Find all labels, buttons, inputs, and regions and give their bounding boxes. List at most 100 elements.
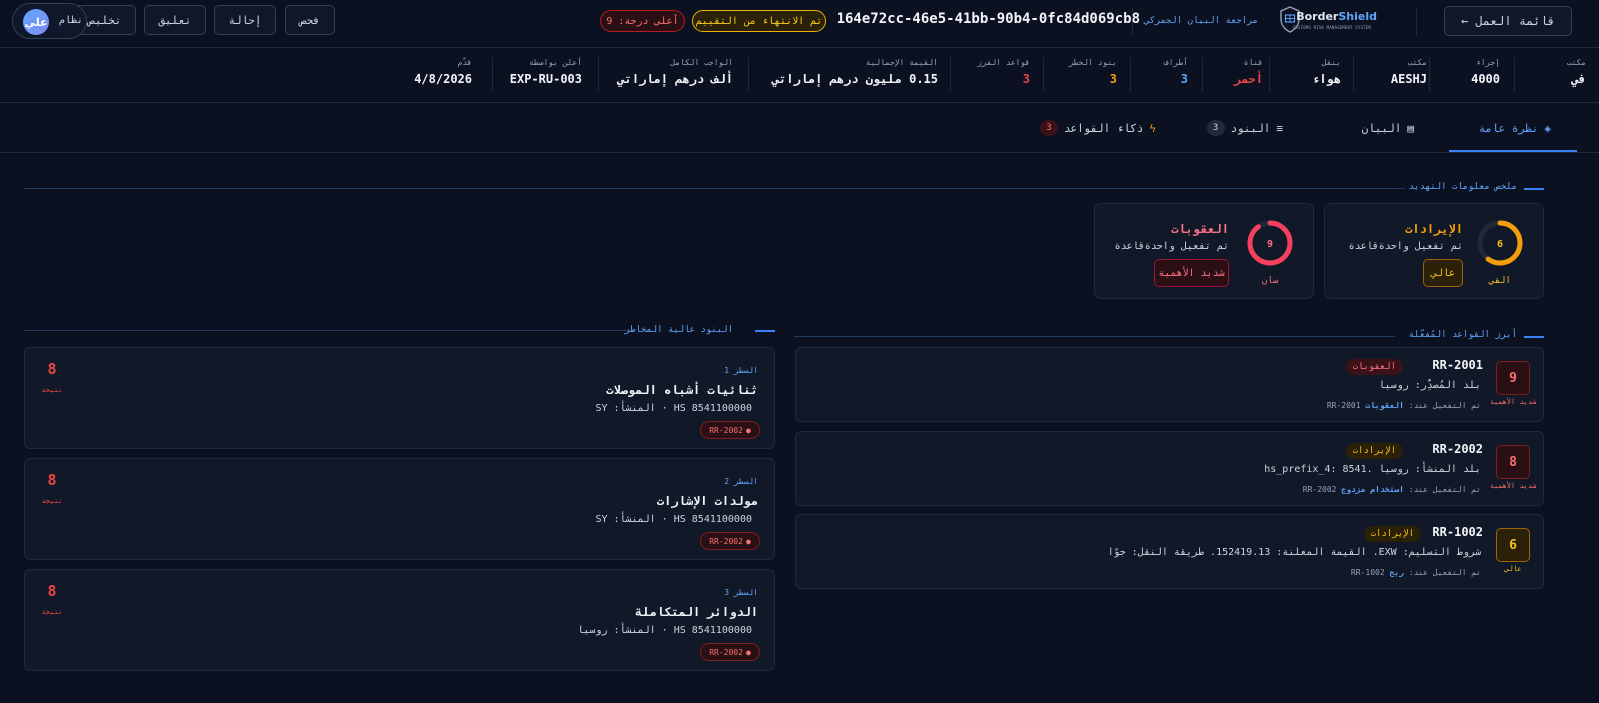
rule-description: بلد المنشأ: روسيا .hs_prefix_4: 8541 [1264,464,1481,475]
section-title: البنود عالية المخاطر [624,325,733,335]
line-score: 8 [47,360,57,378]
meta-office-code: مكتب AESHJ [1390,58,1427,86]
meta-divider [1043,57,1044,91]
tab-overview[interactable]: ◈ نظرة عامة [1479,118,1551,138]
rule-description: شروط التسليم: EXW. القيمة المعلنة: 15241… [1107,547,1481,558]
rule-card[interactable]: 9 شديد الأهمية RR-2001 العقوبات بلد المُ… [795,347,1544,422]
brand-logo[interactable]: BorderShield CUSTOMS RISK MANAGEMENT SYS… [1277,6,1377,36]
declaration-id: 164e72cc-46e5-41bb-90b4-0fc84d069cb8 [836,11,1140,27]
diamond-icon: ◈ [1544,121,1551,135]
rule-category-tag: الإيرادات [1345,443,1403,459]
tab-lines[interactable]: ≡ البنود 3 [1206,118,1283,138]
dot-icon: ● [745,425,751,435]
rule-chip[interactable]: RR-2002 ● [700,421,760,439]
meta-total-value: القيمة الإجمالية 0.15 مليون درهم إماراتي [771,58,938,86]
rule-card[interactable]: 6 عالي RR-1002 الإيرادات شروط التسليم: E… [795,514,1544,589]
meta-divider [1202,57,1203,91]
line-score: 8 [47,471,57,489]
meta-transport: بنقل هواء [1312,58,1341,86]
line-score-label: نتيجة [41,386,63,394]
severity-badge: عالي [1423,259,1463,287]
refer-button[interactable]: إحالة [214,5,276,35]
meta-divider [1269,57,1270,91]
line-score-label: نتيجة [41,497,63,505]
user-menu[interactable]: نظام علي [12,3,87,39]
rule-chip[interactable]: RR-2002 ● [700,643,760,661]
section-accent [755,330,775,332]
meta-submitted: قدّم 4/8/2026 [414,58,472,86]
active-tab-indicator [1449,150,1577,152]
threat-subtitle: تم تفعيل واحدةقاعدة [1348,241,1463,252]
line-title: الدوائر المتكاملة [635,605,758,619]
meta-procedure: إجراء 4000 [1471,58,1500,86]
meta-office: مكتب في [1566,58,1586,86]
meta-declared-by: أعلن بواسطة EXP-RU-003 [509,58,582,86]
meta-divider [492,57,493,91]
status-badge: تم الانتهاء من التقييم [692,10,826,32]
rule-score: 6 [1496,528,1530,562]
line-title: ثنائيات أشباه الموصلات [606,383,758,397]
suspend-button[interactable]: تعليق [144,5,206,35]
worklist-label: قائمة العمل ← [1461,14,1555,28]
rule-card[interactable]: 8 شديد الأهمية RR-2002 الإيرادات بلد الم… [795,431,1544,506]
rule-score-label: عالي [1504,565,1522,573]
dot-icon: ● [745,536,751,546]
meta-parties: أطراف 3 [1163,58,1188,86]
ring-label: القي [1489,276,1511,286]
section-rule [24,188,1405,189]
avatar: علي [23,9,49,35]
section-rule [794,336,1395,337]
meta-divider [1429,57,1430,91]
rule-chip[interactable]: RR-2002 ● [700,532,760,550]
rule-score: 8 [1496,445,1530,479]
meta-full-duty: الواجب الكامل ألف درهم إماراتي [617,58,733,86]
threat-title: الإيرادات [1405,222,1463,236]
threat-subtitle: تم تفعيل واحدةقاعدة [1114,241,1229,252]
top-score-badge: أعلى درجة: 9 [600,10,685,32]
section-title: ملخص معلومات التهديد [1408,182,1517,192]
rule-id: RR-2001 [1432,358,1483,372]
line-score-label: نتيجة [41,608,63,616]
line-subtitle: HS 8541100000 · المنشأ: SY [595,514,752,525]
rule-score-label: شديد الأهمية [1489,398,1537,406]
section-accent [1524,188,1544,190]
line-subtitle: HS 8541100000 · المنشأ: روسيا [577,625,752,636]
brand-name: BorderShield [1296,10,1377,23]
check-button[interactable]: فحص [285,5,335,35]
line-number: السطر 2 [724,477,758,486]
rule-trigger: تم التفعيل عند: استخدام مزدوج RR-2002 [1302,485,1481,494]
svg-text:9: 9 [1267,239,1273,250]
line-number: السطر 3 [724,588,758,597]
tab-rules-intelligence[interactable]: ϟ ذكاء القواعد 3 [1039,118,1156,138]
rule-score: 9 [1496,361,1530,395]
lightning-icon: ϟ [1149,121,1156,135]
rule-trigger: تم التفعيل عند: ربح RR-1002 [1350,568,1481,577]
ring-label: سان [1261,276,1279,286]
meta-screening-rules: قواعد الفرز 3 [977,58,1030,86]
section-rule [24,330,628,331]
line-card[interactable]: 8 نتيجة السطر 2 مولدات الإشارات HS 85411… [24,458,775,560]
dot-icon: ● [745,647,751,657]
meta-divider [1353,57,1354,91]
score-ring: 9 [1247,220,1293,266]
line-card[interactable]: 8 نتيجة السطر 1 ثنائيات أشباه الموصلات H… [24,347,775,449]
list-icon: ≡ [1276,121,1283,135]
meta-divider [1130,57,1131,91]
line-card[interactable]: 8 نتيجة السطر 3 الدوائر المتكاملة HS 854… [24,569,775,671]
rule-category-tag: العقوبات [1345,359,1403,375]
severity-badge: شديد الأهمية [1154,259,1229,287]
threat-title: العقوبات [1171,222,1229,236]
worklist-button[interactable]: قائمة العمل ← [1444,6,1572,36]
score-ring: 6 [1477,220,1523,266]
header-divider [1416,8,1417,36]
threat-card-sanctions[interactable]: 9 سان العقوبات تم تفعيل واحدةقاعدة شديد … [1094,203,1314,299]
tab-bar [0,103,1599,153]
tab-count: 3 [1039,120,1058,136]
line-number: السطر 1 [724,366,758,375]
threat-card-revenue[interactable]: 6 القي الإيرادات تم تفعيل واحدةقاعدة عال… [1324,203,1544,299]
page-title: مراجعة البيان الجمركي [1144,16,1258,26]
user-role: نظام [58,15,83,26]
meta-divider [598,57,599,91]
tab-declaration[interactable]: ▤ البيان [1362,118,1414,138]
section-title: أبرز القواعد المُفعّلة [1408,330,1517,340]
